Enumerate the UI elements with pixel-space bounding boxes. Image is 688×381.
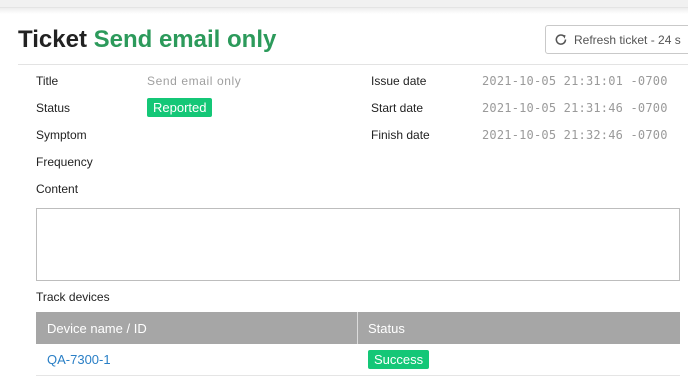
table-row: QA-7300-1 Success xyxy=(36,344,680,376)
page-title-ticket-name: Send email only xyxy=(93,26,277,53)
status-badge: Reported xyxy=(147,98,213,117)
refresh-icon xyxy=(554,33,568,47)
device-link[interactable]: QA-7300-1 xyxy=(36,344,358,375)
status-label: Status xyxy=(36,101,71,115)
finish-date-label: Finish date xyxy=(371,128,430,142)
device-status-badge: Success xyxy=(368,350,430,369)
refresh-ticket-button[interactable]: Refresh ticket - 24 s xyxy=(545,25,688,54)
refresh-ticket-label: Refresh ticket - 24 s xyxy=(574,32,681,47)
device-status-cell: Success xyxy=(358,344,680,375)
title-value: Send email only xyxy=(147,74,242,88)
frequency-label: Frequency xyxy=(36,155,93,169)
content-label: Content xyxy=(36,182,79,196)
title-label: Title xyxy=(36,74,59,88)
issue-date-label: Issue date xyxy=(371,74,427,88)
devices-table: Device name / ID Status QA-7300-1 Succes… xyxy=(36,312,680,376)
start-date-value: 2021-10-05 21:31:46 -0700 xyxy=(482,101,668,115)
page-title-prefix: Ticket xyxy=(18,26,87,53)
issue-date-value: 2021-10-05 21:31:01 -0700 xyxy=(482,74,668,88)
content-textarea[interactable] xyxy=(36,208,680,281)
column-header-status[interactable]: Status xyxy=(358,312,680,344)
devices-table-header: Device name / ID Status xyxy=(36,312,680,344)
top-strip xyxy=(0,0,688,8)
column-header-device[interactable]: Device name / ID xyxy=(36,312,358,344)
symptom-label: Symptom xyxy=(36,128,87,142)
header-divider xyxy=(18,64,688,65)
finish-date-value: 2021-10-05 21:32:46 -0700 xyxy=(482,128,668,142)
start-date-label: Start date xyxy=(371,101,424,115)
page-title: Ticket Send email only xyxy=(18,26,276,54)
track-devices-label: Track devices xyxy=(36,290,110,304)
top-strip-shadow xyxy=(0,8,688,14)
